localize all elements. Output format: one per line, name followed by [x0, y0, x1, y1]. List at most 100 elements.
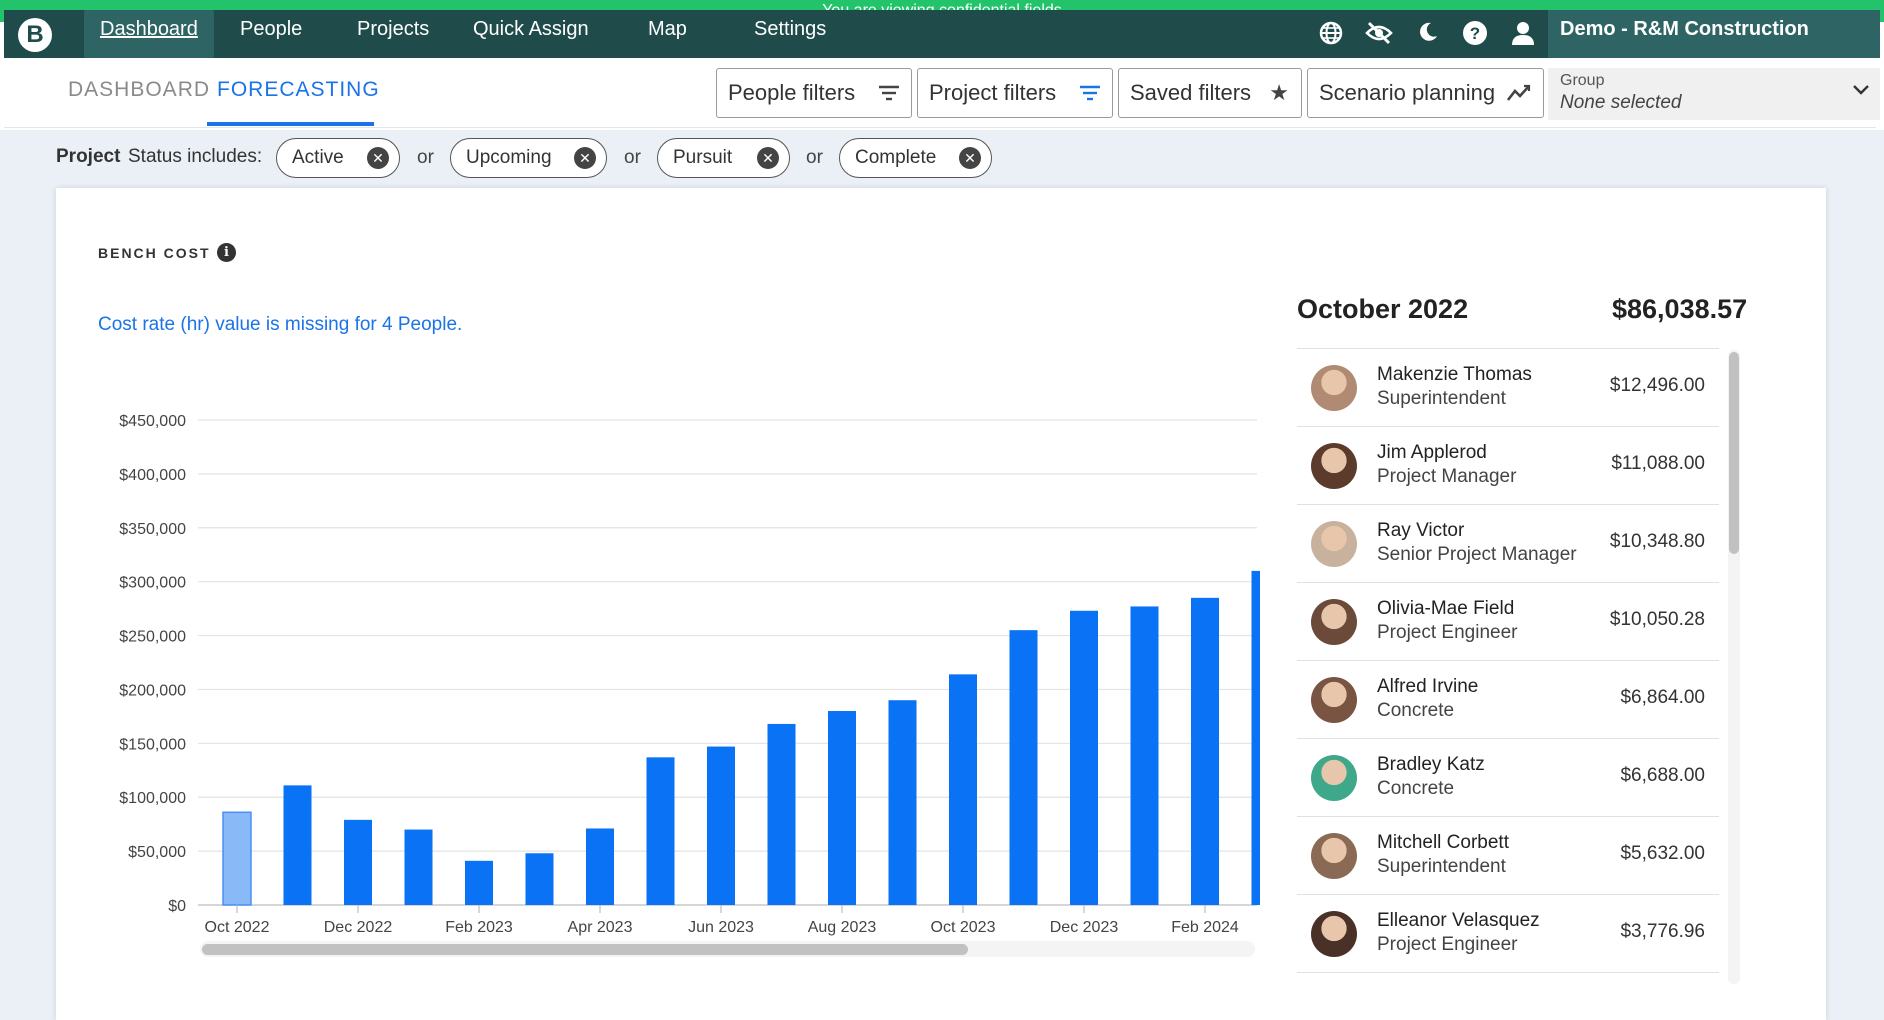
project-filters-button[interactable]: Project filters	[917, 68, 1113, 118]
x-tick-label: Feb 2023	[445, 919, 513, 936]
chart-bar[interactable]	[1070, 610, 1098, 905]
person-row[interactable]: Mitchell Corbett Superintendent $5,632.00	[1297, 817, 1719, 895]
scrollbar-thumb[interactable]	[1729, 352, 1739, 554]
person-role: Concrete	[1377, 778, 1455, 799]
chart-bar[interactable]	[525, 853, 554, 905]
filter-icon	[879, 69, 899, 134]
person-row[interactable]: Bradley Katz Concrete $6,688.00	[1297, 739, 1719, 817]
person-row[interactable]: Ray Victor Senior Project Manager $10,348.…	[1297, 505, 1719, 583]
scenario-planning-button[interactable]: Scenario planning	[1307, 68, 1544, 118]
chip-label: Upcoming	[466, 147, 552, 168]
chart-bar[interactable]	[586, 828, 614, 905]
chart-bar[interactable]	[1130, 606, 1159, 905]
saved-filters-button[interactable]: Saved filters ★	[1118, 68, 1302, 118]
chart-bar[interactable]	[888, 700, 917, 905]
chart-bar[interactable]	[1251, 570, 1261, 905]
status-chip-complete[interactable]: Complete ✕	[839, 138, 992, 178]
chart-horizontal-scrollbar[interactable]	[200, 941, 1255, 957]
globe-icon[interactable]	[1317, 20, 1345, 48]
tab-dashboard[interactable]: DASHBOARD	[68, 78, 210, 102]
person-cost: $6,688.00	[1620, 765, 1705, 786]
x-tick-label: Jun 2023	[688, 919, 754, 936]
trend-icon	[1506, 69, 1531, 134]
status-chip-active[interactable]: Active ✕	[276, 138, 400, 178]
chart-bar[interactable]	[1009, 630, 1038, 905]
bench-cost-chart: $0 $50,000 $100,000 $150,000 $200,000 $250,00…	[119, 413, 1261, 936]
person-name: Jim Applerod	[1377, 442, 1487, 463]
group-select[interactable]: Group None selected	[1548, 68, 1880, 120]
selected-month: October 2022	[1297, 294, 1469, 324]
status-includes-label: Status includes:	[128, 146, 263, 167]
remove-chip-icon[interactable]: ✕	[367, 147, 389, 169]
person-row[interactable]: Makenzie Thomas Superintendent $12,496.00	[1297, 349, 1719, 427]
people-filters-button[interactable]: People filters	[716, 68, 912, 118]
person-name: Bradley Katz	[1377, 754, 1485, 775]
person-role: Project Engineer	[1377, 934, 1518, 955]
status-chip-pursuit[interactable]: Pursuit ✕	[657, 138, 790, 178]
remove-chip-icon[interactable]: ✕	[959, 147, 981, 169]
remove-chip-icon[interactable]: ✕	[757, 147, 779, 169]
user-icon[interactable]	[1509, 20, 1537, 48]
tab-forecasting[interactable]: FORECASTING	[217, 78, 380, 102]
chart-bar[interactable]	[949, 674, 977, 905]
missing-cost-rate-link[interactable]: Cost rate (hr) value is missing for 4 Pe…	[98, 314, 462, 336]
chart-bar[interactable]	[465, 860, 493, 905]
bridgit-logo[interactable]: B	[18, 18, 52, 52]
top-navigation: B Dashboard People Projects Quick Assign…	[4, 10, 1880, 58]
person-role: Project Manager	[1377, 466, 1517, 487]
chart-bar[interactable]	[828, 711, 856, 905]
or-separator: or	[417, 147, 434, 168]
nav-people[interactable]: People	[240, 10, 302, 58]
or-separator: or	[624, 147, 641, 168]
person-name: Ray Victor	[1377, 520, 1465, 541]
people-filters-label: People filters	[728, 80, 856, 105]
chevron-down-icon	[1852, 80, 1870, 104]
company-name[interactable]: Demo - R&M Construction	[1548, 10, 1880, 58]
info-icon[interactable]: i	[217, 243, 236, 262]
moon-icon[interactable]	[1414, 20, 1442, 48]
nav-settings[interactable]: Settings	[754, 10, 826, 58]
nav-map[interactable]: Map	[648, 10, 687, 58]
nav-quick-assign[interactable]: Quick Assign	[473, 10, 589, 58]
svg-text:?: ?	[1470, 24, 1480, 43]
y-tick-label: $100,000	[119, 790, 186, 807]
person-name: Mitchell Corbett	[1377, 832, 1509, 853]
person-name: Makenzie Thomas	[1377, 364, 1532, 385]
chart-bar[interactable]	[1191, 597, 1219, 905]
scrollbar-thumb[interactable]	[202, 944, 968, 955]
help-icon[interactable]: ?	[1461, 20, 1489, 48]
scenario-planning-label: Scenario planning	[1319, 80, 1496, 105]
person-row[interactable]: Olivia-Mae Field Project Engineer $10,050.…	[1297, 583, 1719, 661]
chart-bar[interactable]	[404, 829, 433, 905]
person-role: Senior Project Manager	[1377, 544, 1577, 565]
people-list-scrollbar[interactable]	[1728, 350, 1740, 984]
person-row[interactable]: Jim Applerod Project Manager $11,088.00	[1297, 427, 1719, 505]
chart-bar[interactable]	[707, 746, 735, 905]
remove-chip-icon[interactable]: ✕	[574, 147, 596, 169]
chart-bar[interactable]	[283, 785, 312, 905]
person-row[interactable]: Alfred Irvine Concrete $6,864.00	[1297, 661, 1719, 739]
status-chip-upcoming[interactable]: Upcoming ✕	[450, 138, 607, 178]
nav-dashboard[interactable]: Dashboard	[84, 10, 214, 58]
person-name: Olivia-Mae Field	[1377, 598, 1515, 619]
chart-bar[interactable]	[222, 811, 252, 906]
avatar	[1311, 365, 1357, 411]
saved-filters-label: Saved filters	[1130, 80, 1252, 105]
project-filters-label: Project filters	[929, 80, 1057, 105]
y-tick-label: $150,000	[119, 736, 186, 753]
y-tick-label: $400,000	[119, 467, 186, 484]
person-cost: $5,632.00	[1620, 843, 1705, 864]
eye-off-icon[interactable]	[1365, 20, 1393, 48]
person-role: Superintendent	[1377, 856, 1506, 877]
person-row[interactable]: Elleanor Velasquez Project Engineer $3,776…	[1297, 895, 1719, 973]
star-icon: ★	[1269, 80, 1289, 105]
card-title: BENCH COST	[98, 245, 211, 261]
x-tick-label: Dec 2023	[1050, 919, 1119, 936]
chart-bar[interactable]	[767, 723, 796, 905]
x-tick-label: Feb 2024	[1171, 919, 1239, 936]
chart-bar[interactable]	[646, 757, 675, 905]
nav-projects[interactable]: Projects	[357, 10, 429, 58]
chart-bar[interactable]	[344, 819, 372, 905]
filter-active-icon	[1080, 69, 1100, 134]
person-cost: $11,088.00	[1611, 453, 1705, 474]
